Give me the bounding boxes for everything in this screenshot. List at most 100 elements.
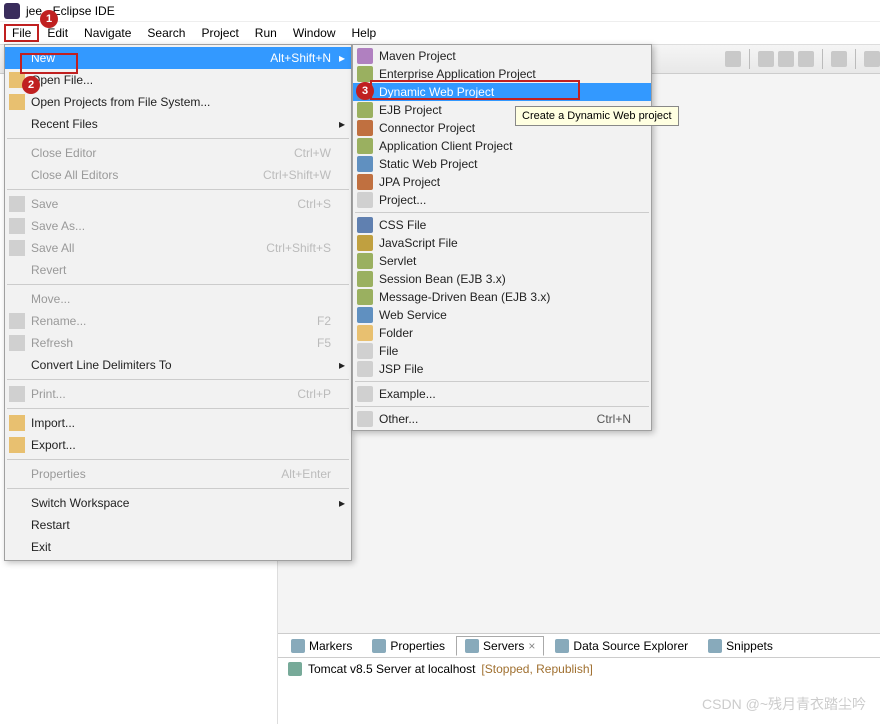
submenu-label: Enterprise Application Project: [379, 67, 536, 81]
submenu-item[interactable]: Servlet: [353, 252, 651, 270]
menu-label: Save All: [31, 241, 74, 255]
toolbar-button[interactable]: [725, 51, 741, 67]
folder-icon: [9, 415, 25, 431]
separator: [7, 284, 349, 285]
server-icon: [288, 662, 302, 676]
annotation-badge-2: 2: [22, 76, 40, 94]
submenu-item[interactable]: Project...: [353, 191, 651, 209]
menu-item[interactable]: NewAlt+Shift+N▸: [5, 47, 351, 69]
globe-icon: [357, 307, 373, 323]
tab-icon: [708, 639, 722, 653]
menu-item[interactable]: Restart: [5, 514, 351, 536]
tab-label: Servers: [483, 639, 524, 653]
menu-label: Close Editor: [31, 146, 96, 160]
menu-item[interactable]: Open Projects from File System...: [5, 91, 351, 113]
chevron-right-icon: ▸: [339, 496, 345, 510]
menu-item: RefreshF5: [5, 332, 351, 354]
file-icon: [9, 313, 25, 329]
chevron-right-icon: ▸: [339, 358, 345, 372]
submenu-label: Example...: [379, 387, 436, 401]
file-dropdown: NewAlt+Shift+N▸Open File...Open Projects…: [4, 44, 352, 561]
submenu-item[interactable]: File: [353, 342, 651, 360]
view-tab[interactable]: Servers ×: [456, 636, 544, 656]
folder-icon: [9, 437, 25, 453]
menu-label: Rename...: [31, 314, 86, 328]
toolbar-button[interactable]: [864, 51, 880, 67]
separator: [355, 381, 649, 382]
eclipse-icon: [4, 3, 20, 19]
tab-icon: [372, 639, 386, 653]
file-icon: [9, 218, 25, 234]
submenu-item[interactable]: Session Bean (EJB 3.x): [353, 270, 651, 288]
folder-icon: [357, 325, 373, 341]
toolbar-button[interactable]: [758, 51, 774, 67]
view-tab[interactable]: Markers: [282, 636, 361, 656]
submenu-label: JavaScript File: [379, 236, 458, 250]
submenu-item[interactable]: Message-Driven Bean (EJB 3.x): [353, 288, 651, 306]
shortcut: Ctrl+Shift+S: [266, 241, 331, 255]
menu-help[interactable]: Help: [344, 24, 385, 42]
close-icon[interactable]: ×: [528, 639, 535, 653]
shortcut: Ctrl+Shift+W: [263, 168, 331, 182]
menu-label: Switch Workspace: [31, 496, 129, 510]
view-tab[interactable]: Data Source Explorer: [546, 636, 697, 656]
submenu-label: Static Web Project: [379, 157, 477, 171]
menu-item[interactable]: Import...: [5, 412, 351, 434]
separator: [855, 49, 856, 69]
tab-icon: [555, 639, 569, 653]
menu-window[interactable]: Window: [285, 24, 344, 42]
menu-item[interactable]: Switch Workspace ▸: [5, 492, 351, 514]
bean-icon: [357, 271, 373, 287]
menu-run[interactable]: Run: [247, 24, 285, 42]
menu-file[interactable]: File: [4, 24, 39, 42]
toolbar-button[interactable]: [798, 51, 814, 67]
menu-search[interactable]: Search: [139, 24, 193, 42]
menu-project[interactable]: Project: [193, 24, 246, 42]
submenu-item[interactable]: JavaScript File: [353, 234, 651, 252]
menu-label: Exit: [31, 540, 51, 554]
submenu-item[interactable]: JSP File: [353, 360, 651, 378]
submenu-label: EJB Project: [379, 103, 442, 117]
view-tab[interactable]: Properties: [363, 636, 454, 656]
toolbar-button[interactable]: [831, 51, 847, 67]
view-tab[interactable]: Snippets: [699, 636, 782, 656]
menu-item[interactable]: Export...: [5, 434, 351, 456]
submenu-item[interactable]: JPA Project: [353, 173, 651, 191]
menu-label: Restart: [31, 518, 70, 532]
submenu-item[interactable]: CSS File: [353, 216, 651, 234]
js-icon: [357, 235, 373, 251]
submenu-item[interactable]: Static Web Project: [353, 155, 651, 173]
menu-label: Convert Line Delimiters To: [31, 358, 172, 372]
menu-item[interactable]: Exit: [5, 536, 351, 558]
menu-label: Export...: [31, 438, 76, 452]
toolbar-button[interactable]: [778, 51, 794, 67]
submenu-item[interactable]: Web Service: [353, 306, 651, 324]
menu-label: Refresh: [31, 336, 73, 350]
submenu-item[interactable]: Folder: [353, 324, 651, 342]
separator: [822, 49, 823, 69]
menu-navigate[interactable]: Navigate: [76, 24, 139, 42]
menu-item[interactable]: Convert Line Delimiters To ▸: [5, 354, 351, 376]
annotation-badge-1: 1: [40, 10, 58, 28]
menu-item: Save All Ctrl+Shift+S: [5, 237, 351, 259]
submenu-label: Other...: [379, 412, 418, 426]
server-entry[interactable]: Tomcat v8.5 Server at localhost [Stopped…: [278, 658, 880, 680]
submenu-item[interactable]: Example...: [353, 385, 651, 403]
submenu-item[interactable]: Dynamic Web Project: [353, 83, 651, 101]
separator: [7, 138, 349, 139]
tab-row: MarkersProperties Servers × Data Source Exp…: [278, 634, 880, 658]
tab-icon: [465, 639, 479, 653]
submenu-item[interactable]: Other...Ctrl+N: [353, 410, 651, 428]
submenu-item[interactable]: Enterprise Application Project: [353, 65, 651, 83]
file-icon: [357, 192, 373, 208]
submenu-label: Web Service: [379, 308, 447, 322]
submenu-item[interactable]: Maven Project: [353, 47, 651, 65]
menu-label: Print...: [31, 387, 66, 401]
menu-label: New: [31, 51, 55, 65]
submenu-label: File: [379, 344, 398, 358]
submenu-item[interactable]: Application Client Project: [353, 137, 651, 155]
menubar: File Edit Navigate Search Project Run Wi…: [0, 22, 880, 44]
watermark: CSDN @~残月青衣踏尘吟: [702, 694, 866, 714]
menu-item[interactable]: Open File...: [5, 69, 351, 91]
menu-item[interactable]: Recent Files▸: [5, 113, 351, 135]
